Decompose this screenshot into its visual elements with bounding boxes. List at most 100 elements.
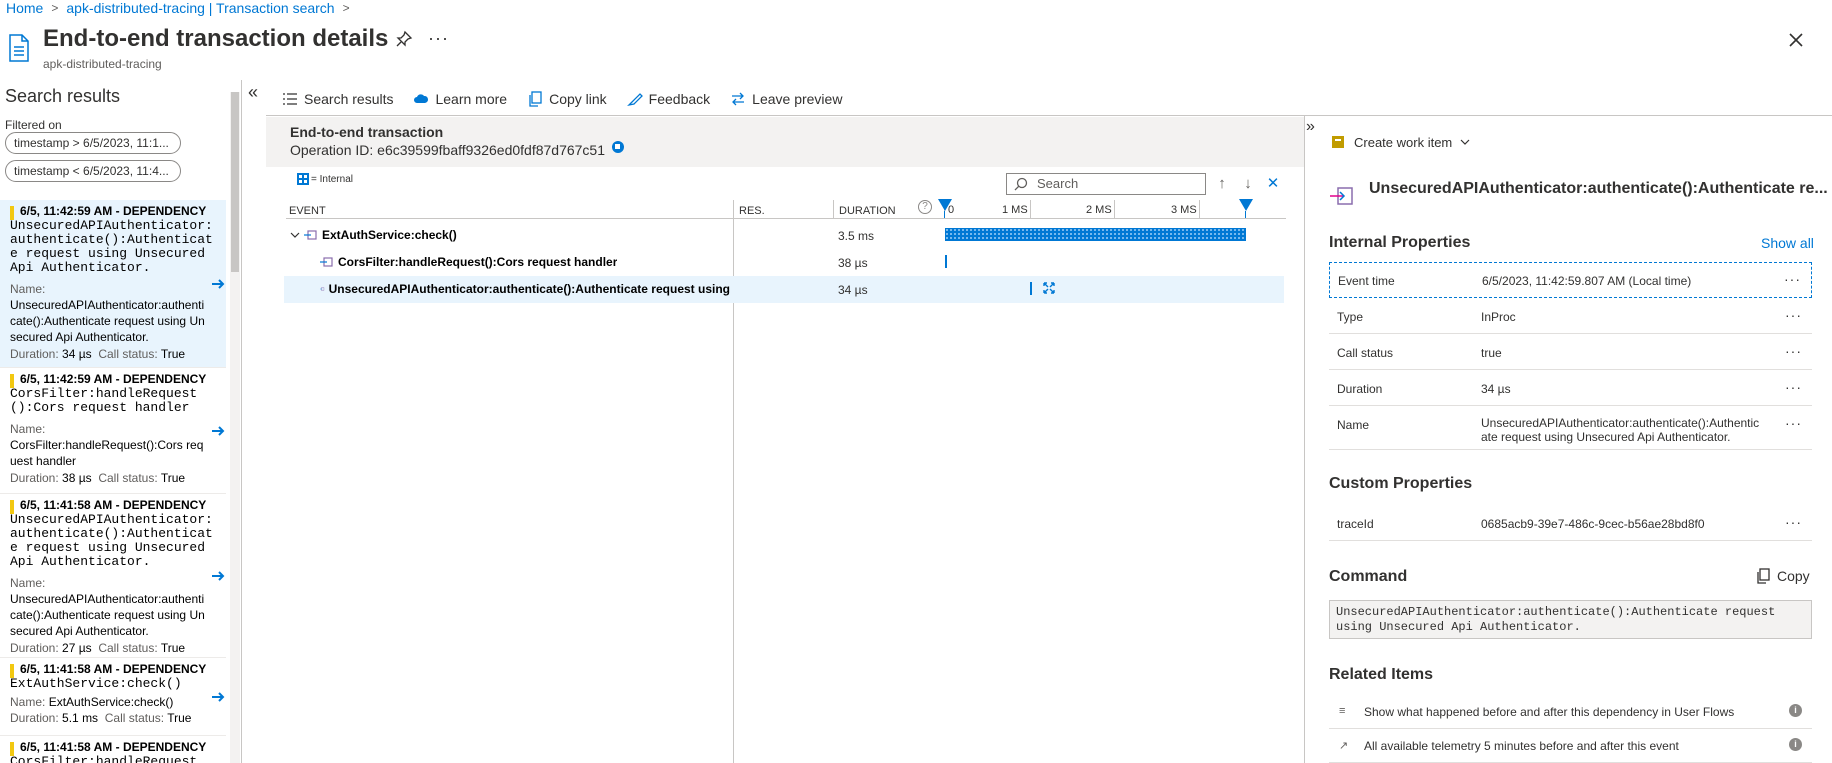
zoom-in-icon[interactable] (1042, 281, 1056, 295)
copy-operation-id-icon[interactable] (610, 139, 626, 155)
column-event[interactable]: EVENT (289, 205, 326, 217)
timeline-end-marker[interactable] (1239, 199, 1253, 211)
clear-icon[interactable]: ✕ (1263, 174, 1283, 194)
property-key: traceId (1337, 517, 1374, 531)
learn-more-label: Learn more (435, 91, 508, 107)
more-options-icon[interactable]: ··· (1785, 514, 1802, 530)
duration-cell: 3.5 ms (838, 229, 875, 243)
duration-label: Duration: (10, 347, 59, 361)
property-row[interactable]: Type InProc ··· (1329, 298, 1812, 334)
filter-pill[interactable]: timestamp > 6/5/2023, 11:1... (5, 132, 181, 154)
list-item[interactable]: 6/5, 11:42:59 AM - DEPENDENCY UnsecuredA… (0, 200, 226, 368)
event-cell: UnsecuredAPIAuthenticator:authenticate()… (320, 282, 730, 296)
more-options-icon[interactable]: ··· (428, 28, 449, 49)
dependency-bar (10, 374, 14, 388)
leave-preview-label: Leave preview (752, 91, 843, 107)
toolbar: Search results Learn more Copy link Feed… (282, 84, 862, 114)
copy-command-button[interactable]: Copy (1755, 568, 1810, 584)
copy-link-label: Copy link (549, 91, 607, 107)
column-res[interactable]: RES. (739, 205, 765, 217)
arrow-right-icon[interactable] (210, 689, 226, 705)
close-icon[interactable] (1786, 30, 1806, 50)
command-title: Command (1329, 568, 1408, 585)
column-duration[interactable]: DURATION (839, 205, 896, 217)
duration-value: 27 µs (62, 641, 92, 655)
more-options-icon[interactable]: ··· (1785, 307, 1802, 323)
copy-label: Copy (1777, 568, 1810, 584)
create-work-item-button[interactable]: Create work item (1330, 134, 1470, 150)
more-options-icon[interactable]: ··· (1785, 343, 1802, 359)
user-flows-icon: ≡ (1339, 705, 1346, 717)
related-item[interactable]: ↗ All available telemetry 5 minutes befo… (1329, 729, 1812, 763)
chevron-down-icon[interactable] (290, 230, 300, 240)
copy-link-button[interactable]: Copy link (527, 91, 607, 107)
help-icon[interactable]: ? (918, 200, 932, 214)
tick-label: 2 MS (1086, 204, 1112, 216)
list-item[interactable]: 6/5, 11:41:58 AM - DEPENDENCY UnsecuredA… (0, 494, 226, 658)
timeline-bar[interactable] (945, 255, 947, 268)
breadcrumb-parent[interactable]: apk-distributed-tracing | Transaction se… (66, 0, 334, 16)
info-icon[interactable]: i (1789, 704, 1802, 717)
scrollbar[interactable] (230, 92, 240, 763)
related-item[interactable]: ≡ Show what happened before and after th… (1329, 695, 1812, 729)
more-options-icon[interactable]: ··· (1785, 415, 1802, 431)
property-row[interactable]: traceId 0685acb9-39e7-486c-9cec-b56ae28b… (1329, 505, 1812, 541)
info-icon[interactable]: i (1789, 738, 1802, 751)
pin-icon[interactable] (395, 30, 413, 48)
leave-preview-button[interactable]: Leave preview (730, 91, 842, 107)
collapse-left-icon[interactable]: « (248, 82, 258, 103)
timeline-bar[interactable] (1030, 282, 1032, 295)
duration-label: Duration: (10, 711, 59, 725)
tick-label: 3 MS (1171, 204, 1197, 216)
filtered-on-label: Filtered on (5, 118, 62, 132)
table-row[interactable]: CorsFilter:handleRequest():Cors request … (284, 249, 1284, 276)
more-options-icon[interactable]: ··· (1784, 271, 1801, 287)
table-row[interactable]: UnsecuredAPIAuthenticator:authenticate()… (284, 276, 1284, 303)
dependency-bar (10, 206, 14, 220)
expand-right-icon[interactable]: » (1306, 118, 1315, 136)
property-value: 6/5/2023, 11:42:59.807 AM (Local time) (1482, 274, 1692, 288)
name-value: ExtAuthService:check() (48, 695, 174, 709)
arrow-right-icon[interactable] (210, 423, 226, 439)
result-header: 6/5, 11:41:58 AM - DEPENDENCY (20, 662, 207, 676)
details-heading: UnsecuredAPIAuthenticator:authenticate()… (1369, 180, 1828, 197)
search-results-button[interactable]: Search results (282, 91, 393, 107)
chevron-right-icon: > (342, 1, 350, 15)
result-meta: Duration: 27 µs Call status: True (10, 641, 220, 655)
dependency-bar (10, 742, 14, 756)
list-item[interactable]: 6/5, 11:42:59 AM - DEPENDENCY CorsFilter… (0, 368, 226, 494)
show-all-link[interactable]: Show all (1761, 235, 1814, 251)
tick-line (1114, 200, 1115, 218)
filter-pill[interactable]: timestamp < 6/5/2023, 11:4... (5, 160, 181, 182)
timeline-start-marker[interactable] (938, 199, 952, 211)
property-row[interactable]: Call status true ··· (1329, 334, 1812, 370)
command-text[interactable]: UnsecuredAPIAuthenticator:authenticate()… (1329, 600, 1812, 639)
timeline-bar[interactable] (945, 228, 1246, 241)
table-row[interactable]: ExtAuthService:check() 3.5 ms (284, 222, 1284, 249)
event-cell: CorsFilter:handleRequest():Cors request … (320, 255, 617, 269)
property-row[interactable]: Event time 6/5/2023, 11:42:59.807 AM (Lo… (1329, 262, 1812, 298)
arrow-right-icon[interactable] (210, 276, 226, 292)
custom-properties-title: Custom Properties (1329, 475, 1473, 492)
operation-id: Operation ID: e6c39599fbaff9326ed0fdf87d… (290, 142, 605, 158)
breadcrumb-home[interactable]: Home (6, 0, 43, 16)
learn-more-button[interactable]: Learn more (413, 91, 507, 107)
list-item[interactable]: 6/5, 11:41:58 AM - DEPENDENCY ExtAuthSer… (0, 658, 226, 736)
copy-icon (529, 91, 542, 107)
feedback-label: Feedback (648, 91, 711, 107)
property-row[interactable]: Name UnsecuredAPIAuthenticator:authentic… (1329, 406, 1812, 450)
list-item[interactable]: 6/5, 11:41:58 AM - DEPENDENCY CorsFilter… (0, 736, 226, 763)
property-key: Duration (1337, 382, 1383, 396)
switch-icon (732, 92, 745, 106)
arrow-up-icon[interactable]: ↑ (1212, 174, 1232, 194)
search-input[interactable]: Search (1006, 173, 1206, 195)
feedback-button[interactable]: Feedback (626, 91, 711, 107)
arrow-down-icon[interactable]: ↓ (1238, 174, 1258, 194)
result-header: 6/5, 11:41:58 AM - DEPENDENCY (20, 740, 207, 754)
work-item-icon (1332, 136, 1344, 148)
scrollbar-thumb[interactable] (231, 92, 239, 272)
arrow-right-icon[interactable] (210, 568, 226, 584)
more-options-icon[interactable]: ··· (1785, 379, 1802, 395)
name-label: Name: (10, 576, 46, 590)
property-row[interactable]: Duration 34 µs ··· (1329, 370, 1812, 406)
